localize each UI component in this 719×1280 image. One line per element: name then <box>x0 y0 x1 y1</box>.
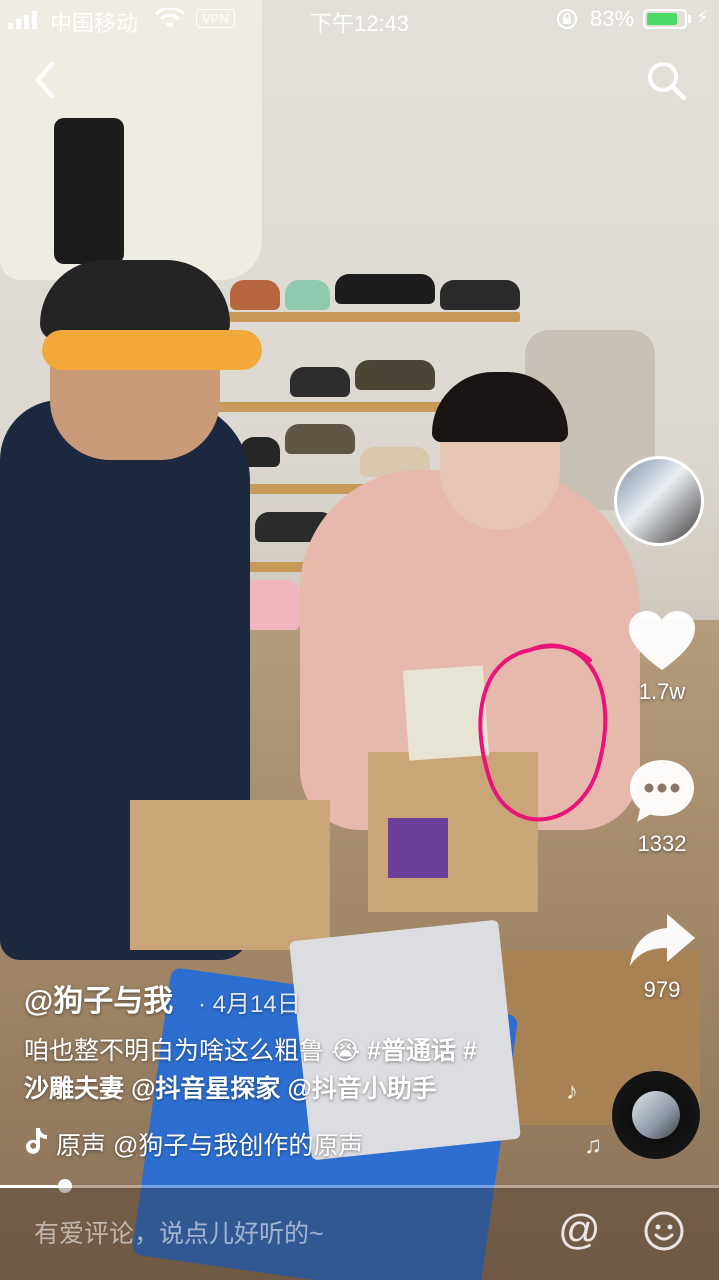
share-count: 979 <box>643 977 681 1002</box>
comment-bubble-icon <box>630 760 694 822</box>
comment-input[interactable]: 有爱评论，说点儿好听的~ <box>34 1214 324 1250</box>
search-icon[interactable] <box>644 58 690 104</box>
charging-bolt-icon: ⚡︎ <box>696 7 709 27</box>
caption-hashtag[interactable]: #普通话 <box>367 1037 456 1065</box>
music-disc[interactable] <box>612 1071 700 1159</box>
music-note-icon: ♪ <box>566 1078 578 1105</box>
back-chevron-icon[interactable] <box>28 58 68 102</box>
rotation-lock-icon <box>557 9 577 29</box>
video-pink-circle-annotation <box>478 643 608 822</box>
video-caption: 咱也整不明白为啥这么粗鲁 😭 #普通话 # 沙雕夫妻 @抖音星探家 @抖音小助手 <box>24 1032 564 1108</box>
author-avatar[interactable] <box>614 456 704 546</box>
emoji-icon[interactable] <box>643 1210 685 1252</box>
caption-hashtag-text[interactable]: 沙雕夫妻 <box>24 1075 124 1103</box>
author-name[interactable]: @狗子与我 <box>24 976 173 1020</box>
comment-button[interactable]: 1332 <box>622 758 702 857</box>
tiktok-note-icon <box>26 1128 47 1154</box>
comment-count: 1332 <box>637 831 687 856</box>
caption-hashtag[interactable]: # <box>463 1037 477 1065</box>
like-button[interactable]: 1.7w <box>622 610 702 705</box>
battery-icon <box>643 9 687 29</box>
mention-at-button[interactable]: @ <box>558 1208 601 1252</box>
music-title: 原声 @狗子与我创作的原声 <box>56 1132 364 1160</box>
like-count: 1.7w <box>638 679 686 704</box>
caption-text: 咱也整不明白为啥这么粗鲁 😭 <box>24 1037 361 1065</box>
caption-mention[interactable]: @抖音星探家 <box>131 1075 280 1103</box>
share-button[interactable]: 979 <box>622 910 702 1003</box>
video-jacket <box>0 0 262 280</box>
caption-mention[interactable]: @抖音小助手 <box>287 1075 436 1103</box>
comment-bar: 有爱评论，说点儿好听的~ @ <box>0 1188 719 1280</box>
battery-percent: 83% <box>590 6 635 31</box>
music-note-icon: ♫ <box>584 1132 602 1159</box>
video-box <box>130 800 330 950</box>
status-bar: 中国移动 VPN 下午12:43 83% ⚡︎ <box>0 0 719 40</box>
post-date: · 4月14日 <box>198 991 301 1018</box>
share-arrow-icon <box>630 914 695 966</box>
music-disc-cover <box>632 1091 680 1139</box>
heart-icon <box>629 611 695 670</box>
music-marquee[interactable]: 原声 @狗子与我创作的原声 <box>22 1124 402 1160</box>
